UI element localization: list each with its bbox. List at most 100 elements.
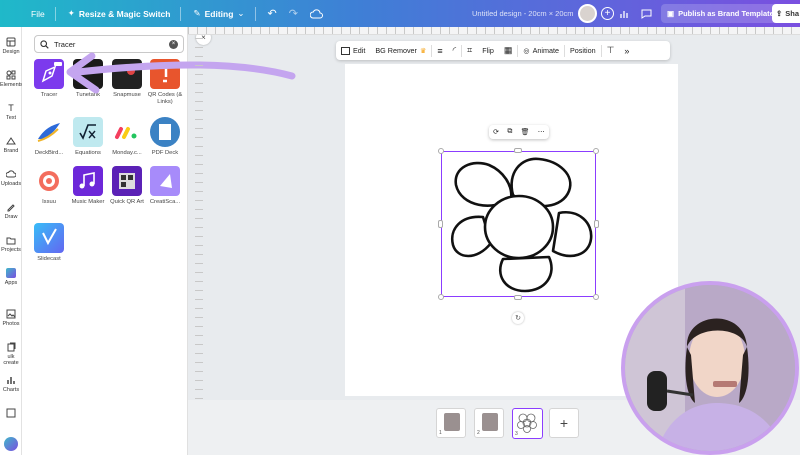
rail-item-photos[interactable]: Photos [0,309,22,327]
app-tile-quick-qr-art[interactable]: Quick QR Art [108,166,146,206]
page-number: 3 [515,431,518,437]
rotate-icon[interactable]: ↻ [512,312,524,324]
app-tile-issuu[interactable]: Issuu [30,166,68,206]
page-thumbnail-active[interactable]: 3 [512,408,543,439]
publish-template-button[interactable]: ▣ Publish as Brand Template [661,4,780,23]
rail-label: Elements [0,82,23,88]
app-label: PDF Deck [151,150,179,156]
file-menu[interactable]: File [31,9,45,19]
transparency-icon[interactable]: ▦ [499,45,518,56]
app-tile-music-maker[interactable]: Music Maker [69,166,107,206]
magic-icon[interactable] [0,437,22,453]
crop-icon[interactable]: ⌗ [462,45,477,56]
image-edit-icon [341,47,350,55]
add-collaborator-icon[interactable]: + [601,7,614,20]
page-thumbnail[interactable]: 1 [436,408,466,438]
equations-icon [73,117,103,147]
edit-label: Edit [353,46,366,55]
comment-icon[interactable] [637,5,655,22]
divider [180,6,182,21]
cloud-upload-icon [5,169,17,179]
avatar[interactable] [578,4,597,23]
resize-handle[interactable] [514,295,522,300]
insights-icon[interactable] [616,5,634,22]
redo-icon[interactable]: ↷ [289,7,298,20]
border-style-icon[interactable]: ≡ [432,46,447,56]
app-label: Issuu [42,199,56,205]
app-tile-slidecast[interactable]: Slidecast [30,223,68,263]
position-button[interactable]: Position [565,46,601,55]
page-number: 1 [439,430,442,436]
rail-label: Photos [2,321,20,327]
context-toolbar: Edit BG Remover ♛ ≡ ◜ ⌗ Flip ▦ ◎ Animate… [336,41,670,60]
rail-label: Draw [4,214,18,220]
rail-item-projects[interactable]: Projects [0,235,22,253]
trash-icon[interactable]: 🗑 [521,128,530,136]
app-label: Music Maker [71,199,105,205]
rail-item-apps[interactable]: Apps [0,268,22,286]
resize-handle[interactable] [514,148,522,153]
resize-handle[interactable] [593,148,599,154]
selection-box [441,151,596,297]
creatiscan-icon [150,166,180,196]
rail-item-elements[interactable]: Elements [0,70,23,88]
editing-dropdown[interactable]: ✎ Editing ⌄ [193,8,244,19]
more-chevron-icon[interactable]: » [619,46,634,56]
image-icon [6,408,16,418]
webcam-overlay [621,281,799,455]
corner-rounding-icon[interactable]: ◜ [448,45,462,56]
rail-item-brand[interactable]: Brand [0,136,22,154]
layout-icon [6,37,16,47]
rail-item-bulk-create[interactable]: ulk create [0,342,22,366]
pen-icon [6,202,16,212]
add-page-button[interactable]: + [549,408,579,438]
page-thumbnail[interactable]: 2 [474,408,504,438]
rail-label: ulk create [3,354,19,366]
top-bar: File ✦ Resize & Magic Switch ✎ Editing ⌄… [0,0,800,27]
rail-item-uploads[interactable]: Uploads [0,169,22,187]
shapes-icon [6,70,16,80]
photo-icon [6,309,16,319]
rail-label: Uploads [0,181,22,187]
pencil-icon: ✎ [193,8,201,18]
comment-icon[interactable]: ⟳ [493,128,499,136]
clear-search-icon[interactable]: × [169,39,178,49]
paint-roller-icon[interactable]: ⊤ [602,45,620,56]
search-input[interactable] [54,39,164,49]
rail-item-more[interactable] [0,408,22,420]
flip-label: Flip [482,46,494,55]
rail-label: Charts [2,387,20,393]
document-title[interactable]: Untitled design - 20cm × 20cm [472,9,574,18]
resize-handle[interactable] [438,220,443,228]
app-tile-monday[interactable]: Monday.c... [108,117,146,157]
app-tile-pdf-deck[interactable]: PDF Deck [146,117,184,157]
cloud-save-icon[interactable] [309,8,323,19]
resize-button[interactable]: ✦ Resize & Magic Switch [68,8,171,19]
app-tile-equations[interactable]: Equations [69,117,107,157]
search-icon [40,39,49,49]
rail-item-charts[interactable]: Charts [0,375,22,393]
app-tile-creatiscan[interactable]: CreatiSca... [146,166,184,206]
edit-button[interactable]: Edit [336,46,370,55]
rail-item-text[interactable]: T Text [0,103,22,121]
bg-remover-button[interactable]: BG Remover ♛ [370,46,431,55]
app-tile-deckbird[interactable]: DeckBird... [30,117,68,157]
resize-handle[interactable] [438,148,444,154]
resize-handle[interactable] [593,294,599,300]
rail-item-draw[interactable]: Draw [0,202,22,220]
animate-button[interactable]: ◎ Animate [518,46,564,55]
bulk-create-icon [6,342,16,352]
resize-handle[interactable] [594,220,599,228]
apps-icon [6,268,16,278]
divider [254,6,256,21]
share-button[interactable]: ⇪ Sha [772,4,800,23]
more-icon[interactable]: ⋯ [538,128,545,136]
photo-thumbnail [444,413,460,431]
rail-item-design[interactable]: Design [0,37,22,55]
share-label: Sha [785,9,800,18]
flip-button[interactable]: Flip [477,46,499,55]
position-label: Position [570,46,596,55]
resize-handle[interactable] [438,294,444,300]
duplicate-icon[interactable]: ⧉ [507,128,512,136]
undo-icon[interactable]: ↶ [268,7,277,20]
